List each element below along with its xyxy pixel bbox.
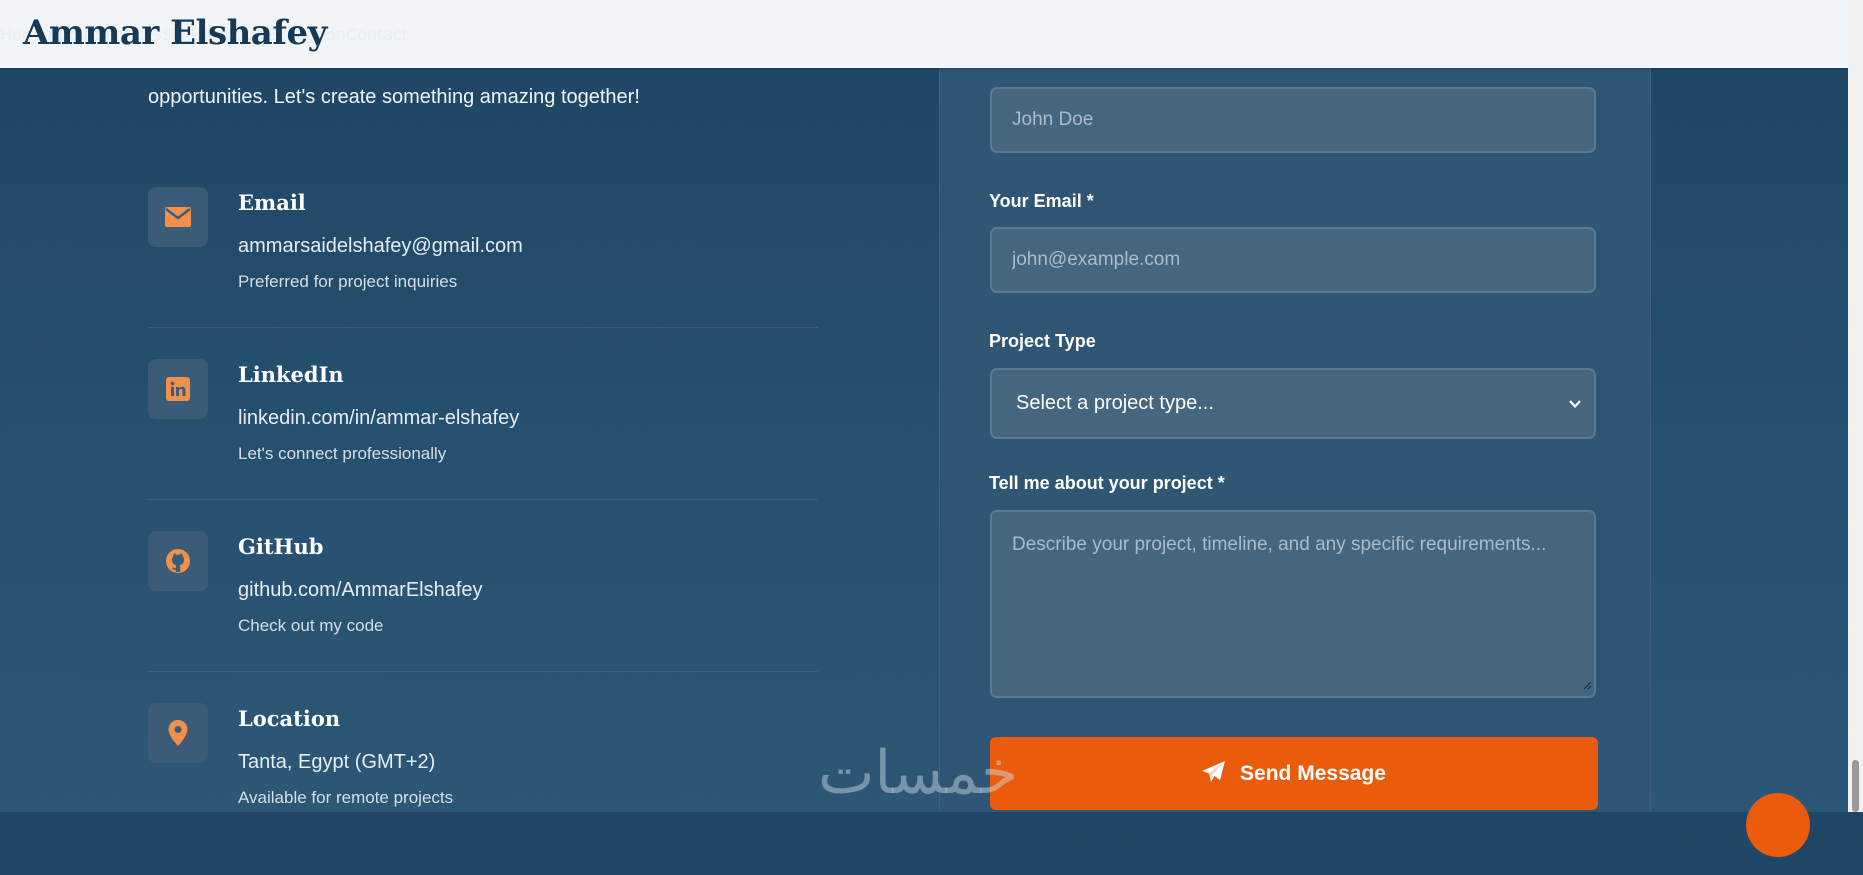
- resize-handle-icon[interactable]: [1582, 675, 1592, 694]
- project-type-select[interactable]: Select a project type...: [990, 368, 1596, 439]
- location-pin-icon: [148, 703, 208, 763]
- email-label: Your Email *: [989, 191, 1094, 211]
- floating-action-button[interactable]: [1746, 793, 1810, 857]
- envelope-icon: [148, 187, 208, 247]
- contact-note: Available for remote projects: [238, 788, 454, 807]
- message-label: Tell me about your project *: [989, 473, 1225, 493]
- contact-title: GitHub: [238, 534, 324, 559]
- scrollbar-thumb[interactable]: [1852, 760, 1859, 812]
- contact-title: LinkedIn: [238, 362, 344, 387]
- site-header: Ammar Elshafey Home About Services Skill…: [0, 0, 1848, 68]
- watermark-logo: خمسات: [818, 738, 1019, 808]
- send-message-button[interactable]: Send Message: [990, 737, 1598, 810]
- contact-value: Tanta, Egypt (GMT+2): [238, 751, 436, 773]
- contact-intro-text: opportunities. Let's create something am…: [148, 86, 640, 108]
- contact-item-email: Email ammarsaidelshafey@gmail.com Prefer…: [148, 187, 818, 359]
- contact-title: Email: [238, 190, 306, 215]
- nav-contact[interactable]: Contact: [346, 25, 408, 44]
- divider: [148, 499, 818, 500]
- name-field[interactable]: [990, 87, 1596, 153]
- paper-plane-icon: [1202, 760, 1226, 787]
- contact-note: Let's connect professionally: [238, 444, 447, 463]
- contact-value[interactable]: ammarsaidelshafey@gmail.com: [238, 235, 523, 258]
- message-placeholder: Describe your project, timeline, and any…: [1012, 534, 1547, 555]
- project-type-label: Project Type: [989, 331, 1096, 351]
- contact-item-linkedin: LinkedIn linkedin.com/in/ammar-elshafey …: [148, 359, 818, 531]
- contact-value[interactable]: linkedin.com/in/ammar-elshafey: [238, 407, 519, 430]
- divider: [148, 327, 818, 328]
- contact-note: Check out my code: [238, 616, 384, 635]
- divider: [148, 671, 818, 672]
- contact-note: Preferred for project inquiries: [238, 272, 458, 291]
- contact-form-panel: [939, 68, 1651, 812]
- page-scrollbar[interactable]: [1848, 0, 1863, 812]
- contact-item-github: GitHub github.com/AmmarElshafey Check ou…: [148, 531, 818, 703]
- chevron-down-icon: [1568, 396, 1582, 415]
- github-icon: [148, 531, 208, 591]
- project-type-selected: Select a project type...: [1016, 392, 1214, 414]
- send-message-label: Send Message: [1240, 761, 1386, 785]
- linkedin-icon: [148, 359, 208, 419]
- contact-value[interactable]: github.com/AmmarElshafey: [238, 579, 483, 602]
- message-textarea[interactable]: Describe your project, timeline, and any…: [990, 510, 1596, 698]
- email-field[interactable]: [990, 227, 1596, 293]
- contact-item-location: Location Tanta, Egypt (GMT+2) Available …: [148, 703, 818, 875]
- brand-logo[interactable]: Ammar Elshafey: [23, 13, 327, 53]
- contact-title: Location: [238, 706, 341, 731]
